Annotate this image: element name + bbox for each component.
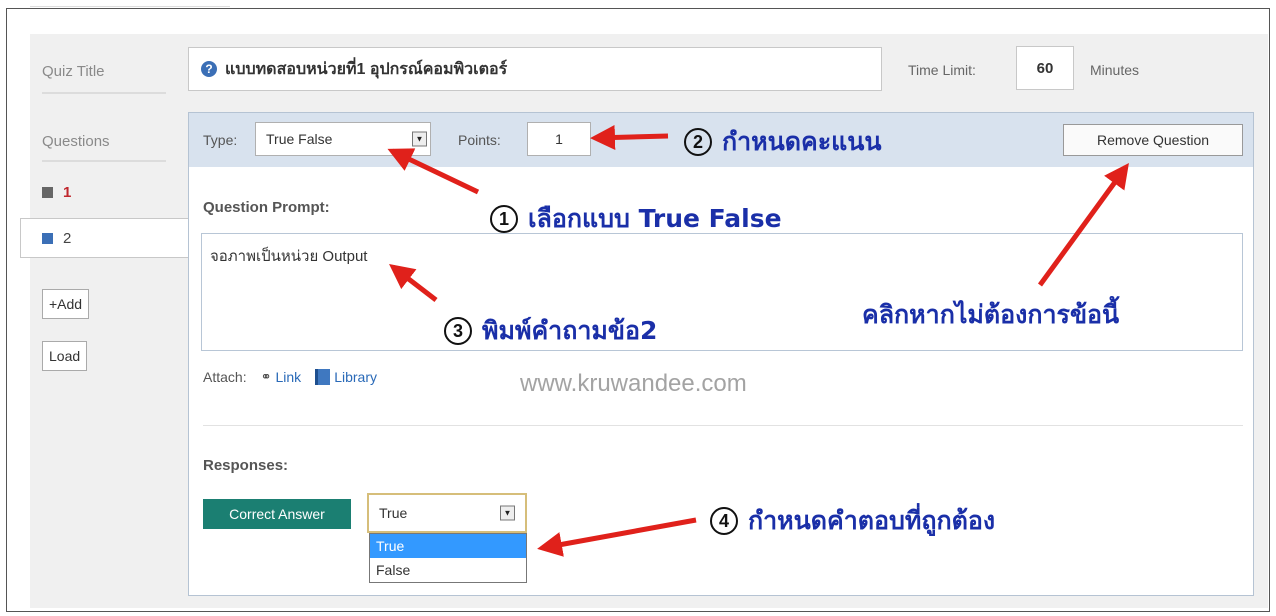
arrow-to-type-select (387, 148, 480, 195)
annotation-step-1: 1 เลือกแบบ True False (490, 199, 782, 239)
arrow-to-remove (1037, 162, 1129, 287)
annotation-step-2: 2 กำหนดคะแนน (684, 122, 881, 162)
annotation-text: กำหนดคะแนน (722, 127, 882, 156)
annotation-step-3: 3 พิมพ์คำถามข้อ2 (444, 311, 657, 351)
step-number: 3 (444, 317, 472, 345)
step-number: 2 (684, 128, 712, 156)
step-number: 4 (710, 507, 738, 535)
arrow-to-answer (537, 517, 697, 557)
arrow-to-points (590, 124, 669, 150)
annotation-text: เลือกแบบ True False (528, 204, 782, 233)
annotation-text: กำหนดคำตอบที่ถูกต้อง (748, 506, 996, 535)
annotation-text: พิมพ์คำถามข้อ2 (482, 316, 658, 345)
annotation-step-4: 4 กำหนดคำตอบที่ถูกต้อง (710, 501, 995, 541)
annotation-remove-hint: คลิกหากไม่ต้องการข้อนี้ (862, 300, 1120, 329)
arrow-to-prompt (389, 263, 438, 302)
step-number: 1 (490, 205, 518, 233)
